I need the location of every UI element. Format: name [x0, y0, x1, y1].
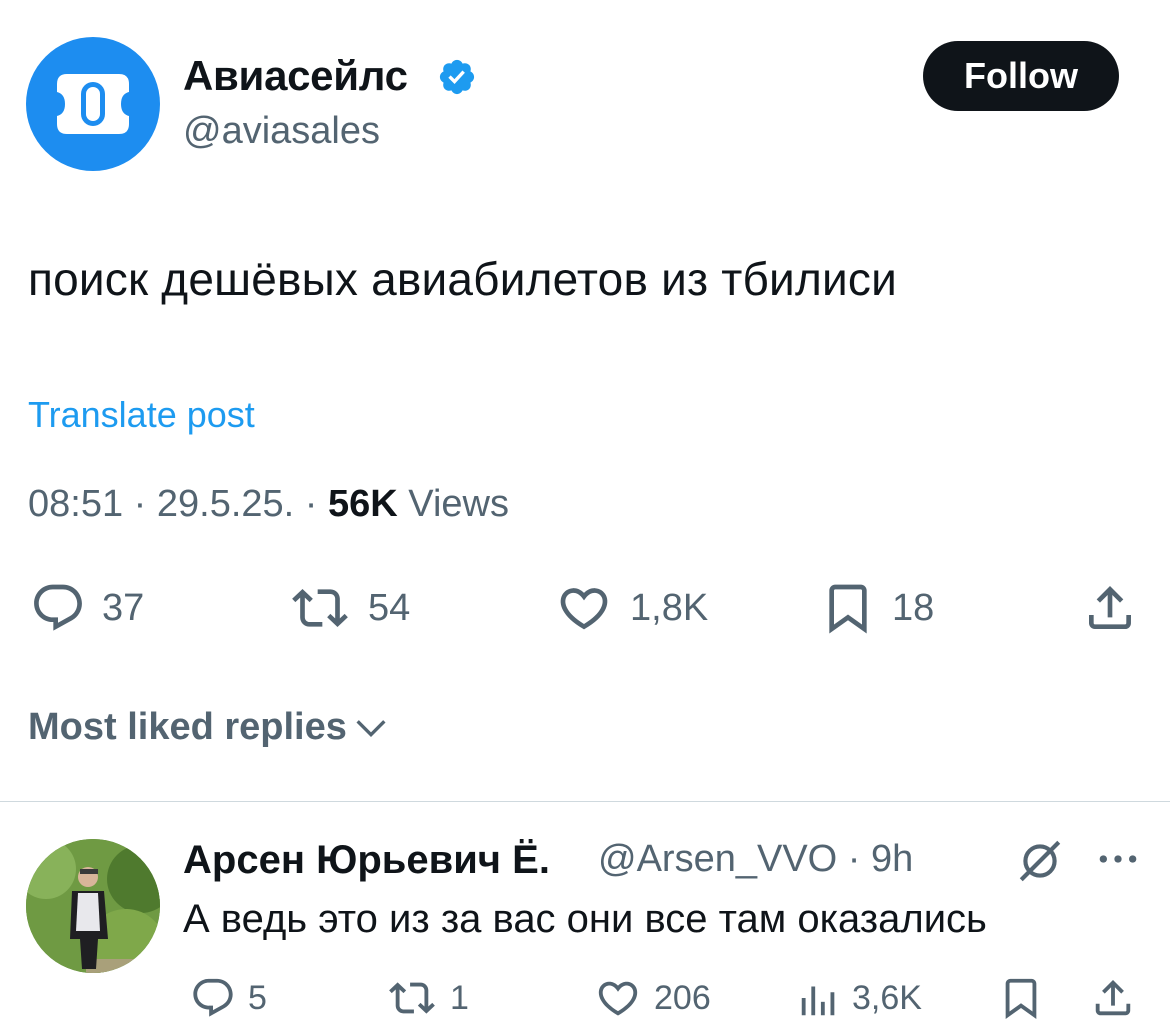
- reply-bookmark-button[interactable]: [996, 975, 1046, 1021]
- reply-handle[interactable]: @Arsen_VVO: [598, 838, 837, 880]
- repost-button[interactable]: 54: [286, 580, 410, 636]
- like-icon: [560, 588, 608, 630]
- reply-like-button[interactable]: 206: [592, 975, 711, 1021]
- bookmark-icon: [829, 584, 867, 634]
- bookmark-icon: [1005, 978, 1037, 1019]
- post-text: поиск дешёвых авиабилетов из тбилиси: [28, 253, 897, 305]
- sort-label: Most liked replies: [28, 706, 347, 748]
- reply-reply-button[interactable]: 5: [188, 975, 267, 1021]
- reply-views-count: 3,6K: [852, 978, 922, 1017]
- repost-icon: [389, 982, 435, 1014]
- reply-reply-count: 5: [248, 978, 267, 1017]
- reply-repost-button[interactable]: 1: [384, 975, 469, 1021]
- translate-post-link[interactable]: Translate post: [28, 394, 255, 436]
- repost-icon: [292, 589, 348, 627]
- reply-count: 37: [102, 586, 145, 629]
- author-avatar[interactable]: [26, 37, 160, 171]
- views-icon: [801, 986, 835, 1016]
- sort-replies-dropdown[interactable]: Most liked replies: [28, 706, 391, 749]
- verified-badge-icon: [439, 59, 475, 95]
- more-icon[interactable]: [1096, 846, 1140, 872]
- divider: [0, 801, 1170, 802]
- post-time[interactable]: 08:51: [28, 483, 123, 525]
- bookmark-button[interactable]: 18: [818, 580, 934, 636]
- share-icon: [1095, 979, 1131, 1016]
- grok-icon[interactable]: [1014, 836, 1066, 886]
- reply-avatar-photo: [26, 839, 160, 973]
- chevron-down-icon: [356, 719, 386, 737]
- post-meta: 08:51 · 29.5.25. · 56K Views: [28, 483, 509, 526]
- reply-button[interactable]: 37: [28, 580, 144, 636]
- separator: ·: [837, 838, 872, 880]
- reply-repost-count: 1: [450, 978, 469, 1017]
- reply-text: А ведь это из за вас они все там оказали…: [183, 897, 987, 941]
- separator: ·: [123, 483, 157, 525]
- author-handle[interactable]: @aviasales: [183, 110, 380, 153]
- reply-handle-time: @Arsen_VVO · 9h: [598, 838, 913, 881]
- share-button[interactable]: [1080, 580, 1140, 636]
- reply-icon: [193, 978, 233, 1017]
- reply-share-button[interactable]: [1088, 975, 1138, 1021]
- like-icon: [598, 981, 638, 1016]
- repost-count: 54: [368, 586, 411, 629]
- views-count: 56K: [328, 483, 398, 525]
- reply-avatar[interactable]: [26, 839, 160, 973]
- follow-button[interactable]: Follow: [923, 41, 1119, 111]
- views-label: Views: [408, 483, 509, 525]
- reply-views-button[interactable]: 3,6K: [796, 975, 922, 1021]
- like-count: 1,8K: [630, 586, 709, 629]
- bookmark-count: 18: [892, 586, 935, 629]
- separator: ·: [294, 483, 328, 525]
- aviasales-logo-icon: [57, 74, 129, 134]
- reply-icon: [34, 584, 82, 631]
- author-display-name[interactable]: Авиасейлс: [183, 52, 408, 100]
- share-icon: [1089, 586, 1131, 629]
- reply-time[interactable]: 9h: [871, 838, 913, 880]
- reply-display-name[interactable]: Арсен Юрьевич Ё.: [183, 838, 550, 883]
- reply-like-count: 206: [654, 978, 711, 1017]
- like-button[interactable]: 1,8K: [552, 580, 708, 636]
- post-date[interactable]: 29.5.25.: [157, 483, 294, 525]
